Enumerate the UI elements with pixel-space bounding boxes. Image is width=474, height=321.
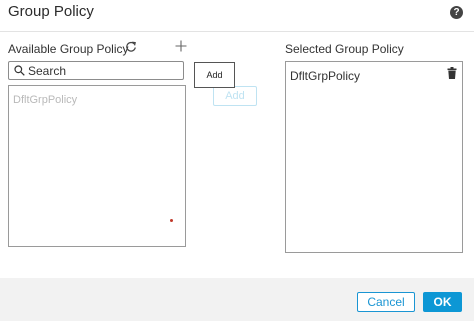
dialog-footer: Cancel OK xyxy=(0,278,474,321)
selected-group-policy-label: Selected Group Policy xyxy=(285,42,404,56)
search-field[interactable] xyxy=(8,61,184,80)
list-item[interactable]: DfltGrpPolicy xyxy=(290,69,360,83)
help-icon[interactable]: ? xyxy=(450,6,463,19)
selected-policy-list[interactable]: DfltGrpPolicy xyxy=(285,61,463,253)
ok-button[interactable]: OK xyxy=(423,292,462,312)
available-group-policy-label: Available Group Policy xyxy=(8,42,129,56)
list-item[interactable]: DfltGrpPolicy xyxy=(13,94,77,106)
trash-icon[interactable] xyxy=(447,67,457,79)
dialog-header: Group Policy ? xyxy=(0,0,474,32)
add-button[interactable]: Add xyxy=(213,86,257,106)
indicator-dot xyxy=(170,219,173,222)
dialog-title: Group Policy xyxy=(8,3,94,20)
search-input[interactable] xyxy=(28,62,178,79)
search-icon xyxy=(14,65,25,76)
refresh-icon[interactable] xyxy=(125,41,137,53)
add-tooltip: Add xyxy=(194,62,235,88)
available-policy-list[interactable]: DfltGrpPolicy xyxy=(8,85,186,247)
plus-icon[interactable] xyxy=(175,40,187,52)
cancel-button[interactable]: Cancel xyxy=(357,292,415,312)
